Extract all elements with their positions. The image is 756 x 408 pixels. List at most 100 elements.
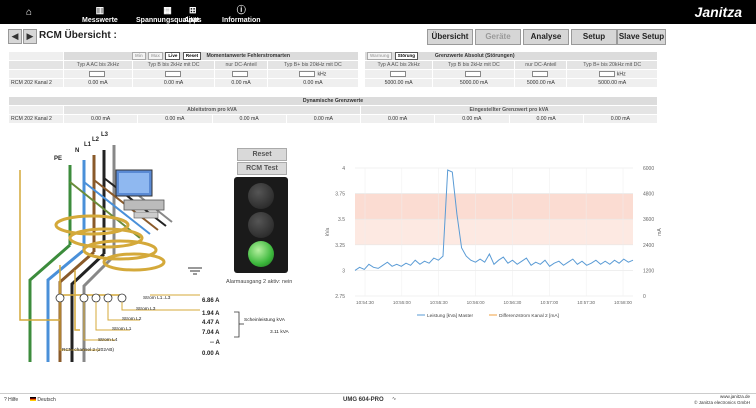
value-cell: 0.00 mA [211,114,287,124]
khz-label: kHz [317,71,327,78]
prev-button[interactable]: ◀ [8,29,22,44]
unit-cell [214,69,268,79]
nav-label: Messwerte [82,17,118,24]
trend-chart: 4 3.75 3.5 3.25 3 2.75 6000 4800 3600 2400 1200 0 10… [325,166,663,319]
unit-cell [514,69,568,79]
page-title: RCM Übersicht : [39,30,117,41]
max-toggle[interactable]: Max [148,52,163,60]
current-value: 6.86 A [202,298,220,304]
instrument-leads [59,294,200,351]
value-cell: 0.00 mA [214,78,268,88]
analyse-button[interactable]: Analyse [523,29,569,45]
x-tick-label: 10:55:30 [430,300,448,305]
x-tick-label: 10:56:30 [503,300,521,305]
unit-input[interactable] [164,70,181,77]
unit-input[interactable] [464,70,481,77]
grid-icon: ▦ [163,5,172,15]
current-value: 0.00 A [202,351,220,357]
value-cell: 5000.00 mA [514,78,568,88]
reset-toggle[interactable]: Reset [182,52,202,60]
y-tick-label: 2.75 [335,294,345,300]
unit-input[interactable] [598,70,615,77]
legend-label-differenzstrom: Differenzstrom Kanal 2 [mA] [499,313,559,319]
power-value: 3.11 kVA [270,330,289,335]
nav-apps[interactable]: ⊞ Apps [184,0,202,25]
column-header: Typ A AC bis 2kHz [63,60,133,70]
language-label: Deutsch [37,397,56,403]
warnung-toggle[interactable]: Warnung [367,52,393,60]
chevron-right-icon: ▶ [26,31,34,41]
y-tick-label: 3 [342,268,345,274]
value-cell: 0.00 mA [582,114,659,124]
phase-label-l3: L3 [101,132,109,138]
yellow-lamp [248,212,274,238]
pe-lead [28,243,71,362]
y2-tick-label: 2400 [643,243,654,249]
unit-cell [63,69,133,79]
ct-ring [54,214,130,236]
ammeter-circle [91,293,101,303]
phase-label-n: N [75,148,80,154]
current-value: 7.04 A [202,330,220,336]
phase-label-l2: L2 [92,137,100,143]
value-cell: 0.00 mA [62,114,139,124]
language-selector[interactable]: Deutsch [30,397,56,403]
flag-icon [30,397,36,401]
ammeter-circle [79,293,89,303]
setup-button[interactable]: Setup [571,29,617,45]
absolute-table: Warnung Störung Grenzwerte Absolut (Stör… [363,51,658,88]
dynamic-header: Dynamische Grenzwerte [8,96,658,106]
unit-input[interactable] [88,70,105,77]
geraete-button[interactable]: Geräte [475,29,521,45]
row-label: RCM 202 Kanal 2 [8,114,64,124]
unit-input[interactable] [531,70,548,77]
help-label: Hilfe [8,397,19,403]
left-subheader: Ableitstrom pro kVA [63,105,361,115]
next-button[interactable]: ▶ [23,29,37,44]
live-toggle[interactable]: Live [165,52,181,60]
website-link[interactable]: www.janitza.de [720,394,750,399]
home-button[interactable]: ⌂ [26,0,32,24]
value-cell: 5000.00 mA [432,78,516,88]
y-tick-label: 3.25 [335,243,345,249]
current-value: -- A [210,340,220,346]
alarm-caption: Alarmausgang 2 aktiv: nein [226,279,293,285]
nav-messwerte[interactable]: ▥ Messwerte [82,0,118,25]
apps-icon: ⊞ [188,5,197,15]
x-tick-label: 10:55:00 [393,300,411,305]
ammeter-circle [103,293,113,303]
nav-information[interactable]: ⓘ Information [222,0,261,25]
x-tick-label: 10:56:00 [467,300,485,305]
l3-lead [82,254,116,362]
unit-cell: kHz [266,69,360,79]
y2-axis-label: mA [657,228,663,236]
rcm-test-button[interactable]: RCM Test [237,162,287,175]
unit-cell [131,69,216,79]
current-value: 4.47 A [202,320,220,326]
reset-button[interactable]: Reset [237,148,287,161]
phase-label-l1: L1 [84,142,92,148]
copyright: © Janitza electronics GmbH [694,400,750,405]
x-tick-label: 10:57:00 [540,300,558,305]
line-label: Strom L4 [98,338,118,343]
top-navigation: ⌂ ▥ Messwerte ▦ Spannungsqualität ⊞ Apps… [0,0,756,24]
help-link[interactable]: ? Hilfe [4,397,18,403]
row-label: RCM 202 Kanal 2 [8,78,64,88]
value-cell: 0.00 mA [131,78,216,88]
y2-tick-label: 6000 [643,166,654,172]
value-cell: 5000.00 mA [363,78,434,88]
ct-lead [19,170,60,321]
table-cell [8,69,64,79]
uebersicht-button[interactable]: Übersicht [427,29,473,45]
unit-input[interactable] [232,70,249,77]
min-toggle[interactable]: Min [131,52,146,60]
y2-tick-label: 0 [643,294,646,300]
device-label: RCM channel 2 (202AB) [62,348,114,353]
unit-input[interactable] [389,70,406,77]
slave-setup-button[interactable]: Slave Setup [617,29,666,45]
value-cell: 0.00 mA [434,114,510,124]
stoerung-toggle[interactable]: Störung [394,52,419,60]
info-icon: ⓘ [236,5,246,15]
unit-input[interactable] [299,70,316,77]
y2-tick-label: 3600 [643,217,654,223]
